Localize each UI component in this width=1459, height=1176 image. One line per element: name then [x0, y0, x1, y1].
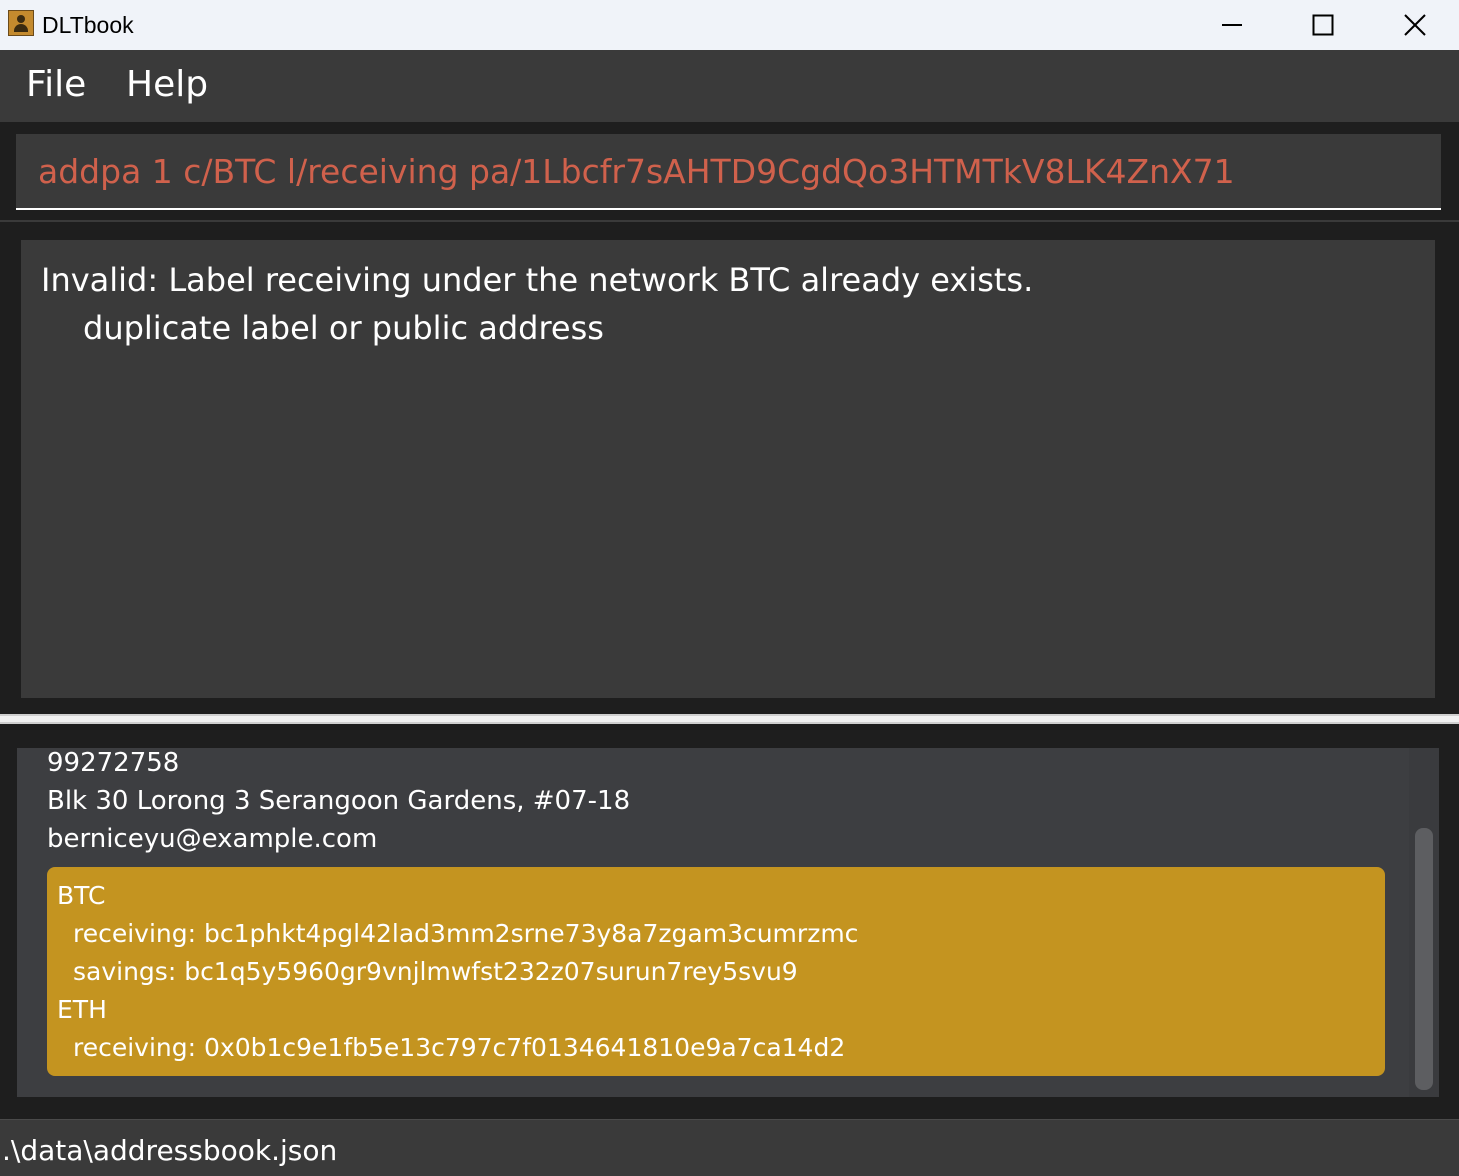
close-icon [1404, 14, 1426, 36]
status-bar: .\data\addressbook.json [0, 1119, 1459, 1176]
menu-bar: File Help [0, 50, 1459, 122]
person-address: Blk 30 Lorong 3 Serangoon Gardens, #07-1… [47, 786, 631, 816]
menu-help[interactable]: Help [126, 64, 208, 105]
maximize-icon [1312, 14, 1334, 36]
wallet-network-btc: BTC [57, 881, 106, 910]
address-book-icon [8, 10, 34, 36]
wallet-network-eth: ETH [57, 995, 107, 1024]
split-divider[interactable] [0, 714, 1459, 724]
minimize-button[interactable] [1187, 0, 1277, 50]
menu-file[interactable]: File [26, 64, 86, 105]
result-detail: duplicate label or public address [83, 309, 604, 347]
wallet-list: BTC receiving: bc1phkt4pgl42lad3mm2srne7… [47, 867, 1385, 1076]
close-button[interactable] [1370, 0, 1459, 50]
title-bar: DLTbook [0, 0, 1459, 50]
result-display: Invalid: Label receiving under the netwo… [21, 240, 1435, 698]
person-list[interactable]: 99272758 Blk 30 Lorong 3 Serangoon Garde… [17, 748, 1439, 1097]
person-phone: 99272758 [47, 748, 180, 778]
scrollbar-thumb[interactable] [1415, 828, 1433, 1090]
data-file-path: .\data\addressbook.json [2, 1134, 338, 1167]
command-box [0, 122, 1459, 222]
wallet-eth-receiving: receiving: 0x0b1c9e1fb5e13c797c7f0134641… [73, 1033, 846, 1062]
minimize-icon [1222, 24, 1242, 26]
result-message: Invalid: Label receiving under the netwo… [41, 261, 1034, 299]
wallet-btc-savings: savings: bc1q5y5960gr9vnjlmwfst232z07sur… [73, 957, 798, 986]
command-input[interactable] [16, 134, 1441, 210]
person-email: berniceyu@example.com [47, 824, 378, 854]
maximize-button[interactable] [1278, 0, 1368, 50]
wallet-btc-receiving: receiving: bc1phkt4pgl42lad3mm2srne73y8a… [73, 919, 859, 948]
window-title: DLTbook [42, 12, 134, 38]
list-scrollbar[interactable] [1409, 748, 1439, 1097]
